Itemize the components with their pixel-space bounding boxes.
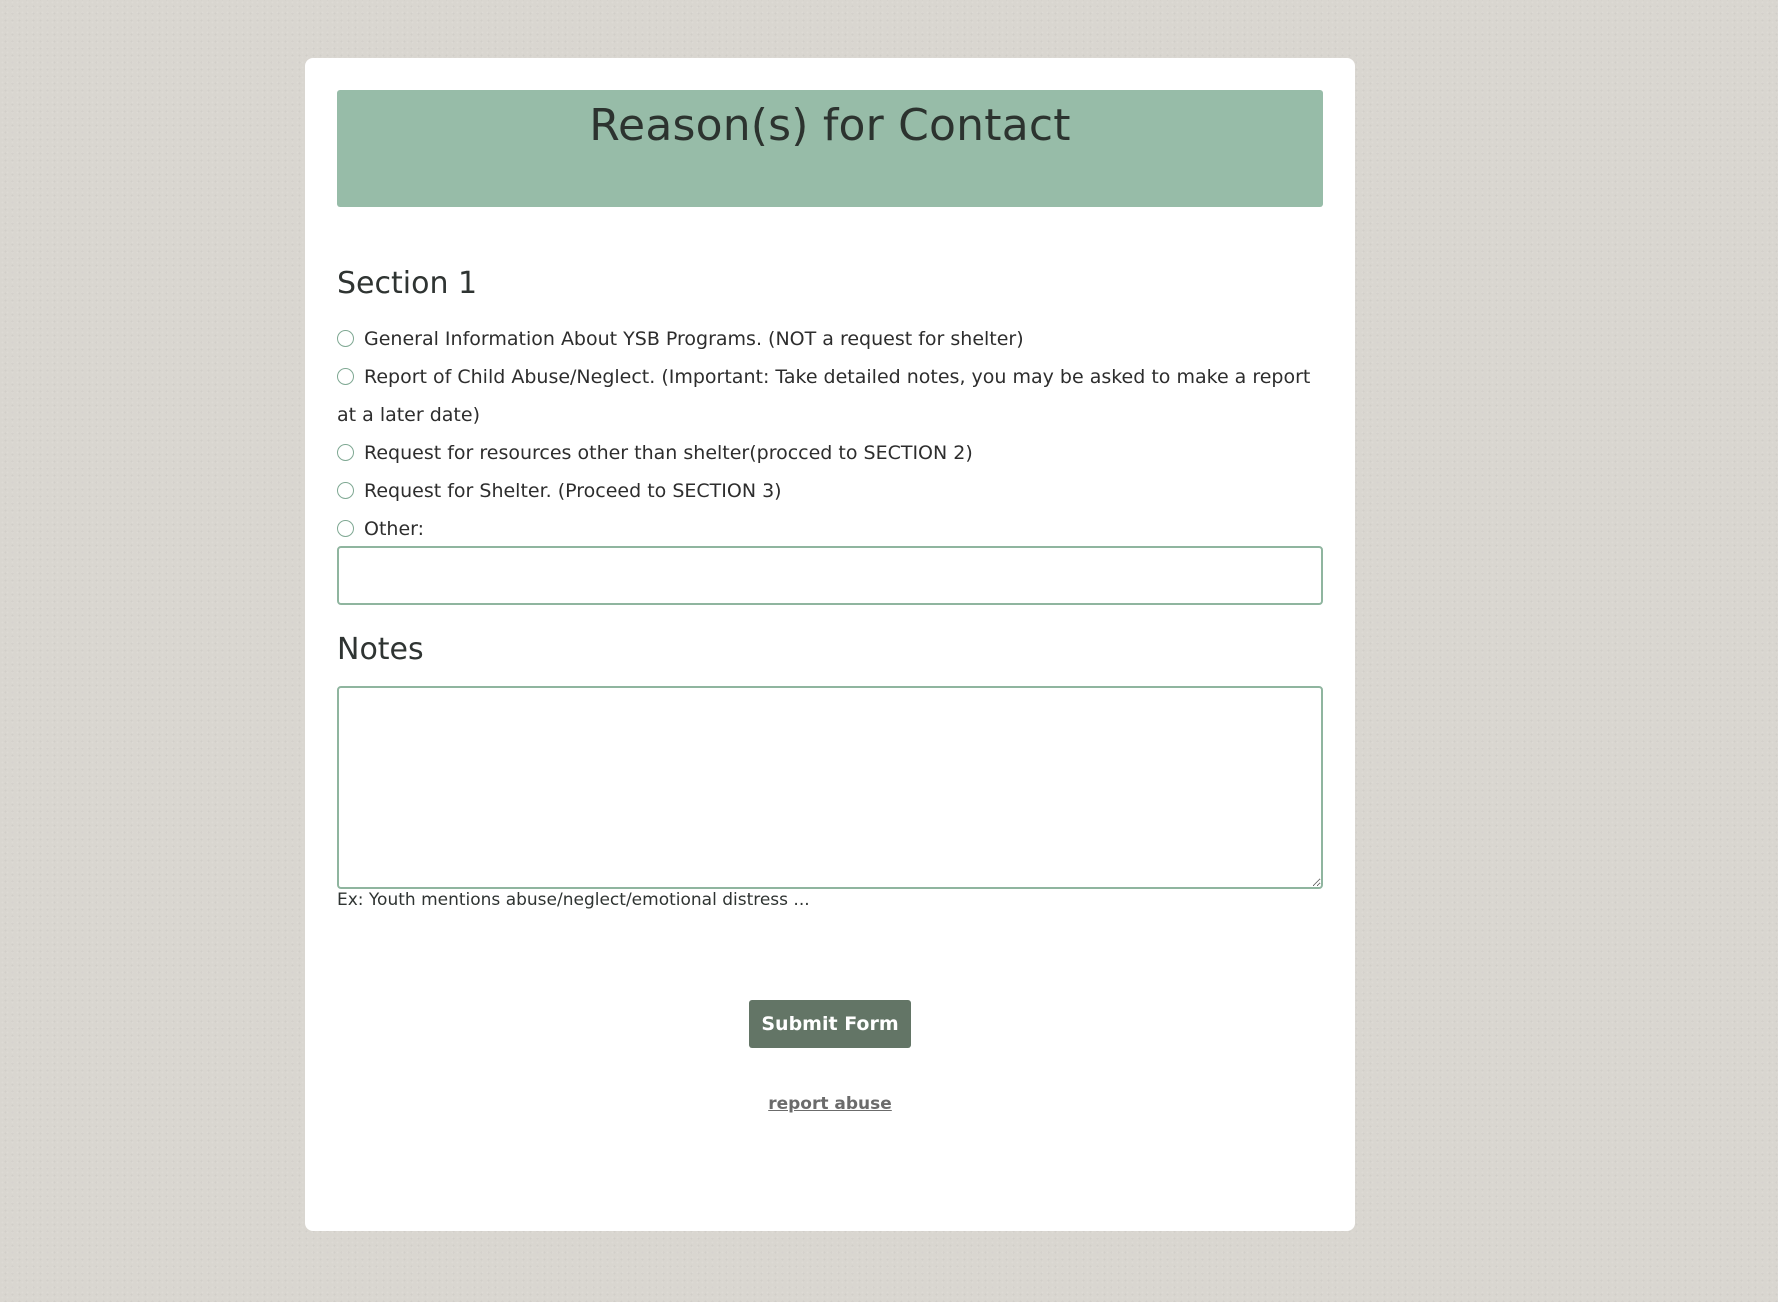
form-card: Reason(s) for Contact Section 1 General … xyxy=(305,58,1355,1231)
report-abuse-link[interactable]: report abuse xyxy=(305,1094,1355,1114)
option-label: Report of Child Abuse/Neglect. (Importan… xyxy=(337,366,1311,426)
option-request-resources[interactable]: Request for resources other than shelter… xyxy=(337,434,1323,472)
option-label: Request for resources other than shelter… xyxy=(364,442,973,464)
option-label: General Information About YSB Programs. … xyxy=(364,328,1024,350)
radio-button[interactable] xyxy=(337,330,354,347)
radio-button[interactable] xyxy=(337,520,354,537)
option-label: Other: xyxy=(364,518,425,540)
notes-heading: Notes xyxy=(337,632,424,667)
header-banner: Reason(s) for Contact xyxy=(337,90,1323,207)
radio-button[interactable] xyxy=(337,368,354,385)
option-request-shelter[interactable]: Request for Shelter. (Proceed to SECTION… xyxy=(337,472,1323,510)
option-label: Request for Shelter. (Proceed to SECTION… xyxy=(364,480,782,502)
submit-form-button[interactable]: Submit Form xyxy=(749,1000,911,1048)
option-report-child-abuse[interactable]: Report of Child Abuse/Neglect. (Importan… xyxy=(337,358,1323,434)
page-title: Reason(s) for Contact xyxy=(589,100,1071,152)
notes-textarea[interactable] xyxy=(337,686,1323,889)
option-other[interactable]: Other: xyxy=(337,510,1323,548)
radio-button[interactable] xyxy=(337,482,354,499)
notes-hint: Ex: Youth mentions abuse/neglect/emotion… xyxy=(337,890,810,910)
option-general-information[interactable]: General Information About YSB Programs. … xyxy=(337,320,1323,358)
section-1-heading: Section 1 xyxy=(337,266,478,301)
reason-options: General Information About YSB Programs. … xyxy=(337,320,1323,548)
other-reason-input[interactable] xyxy=(337,546,1323,605)
radio-button[interactable] xyxy=(337,444,354,461)
